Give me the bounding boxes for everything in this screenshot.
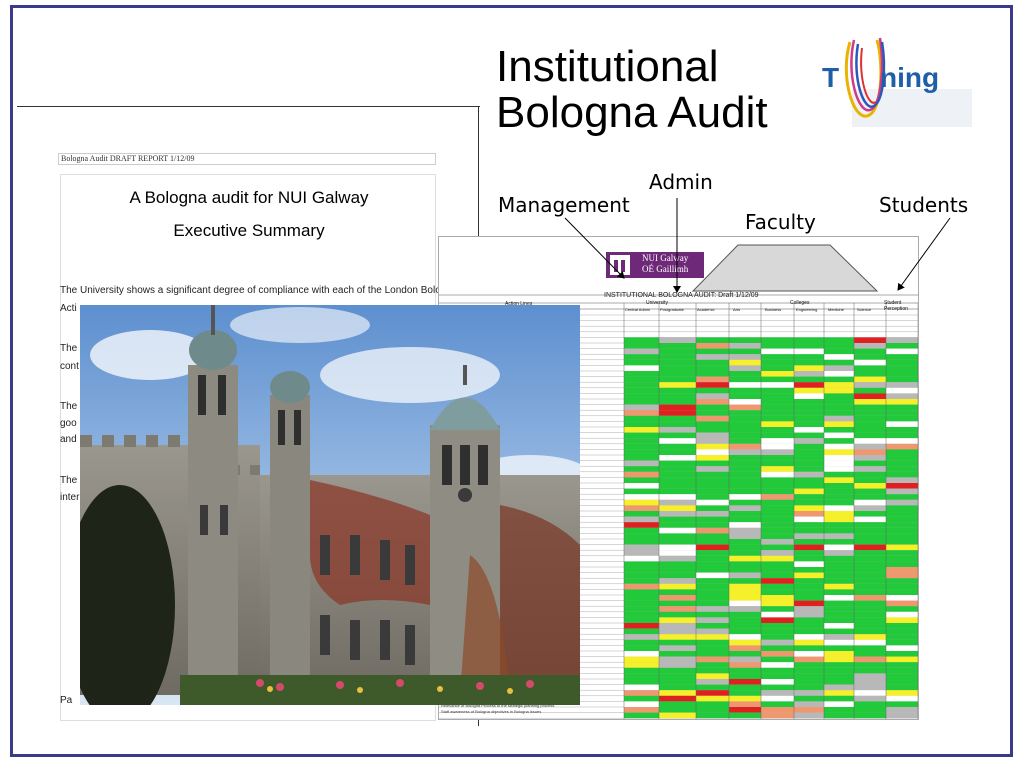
annotation-arrows (564, 198, 951, 293)
arrow-students (897, 217, 951, 291)
arrow-management (564, 217, 625, 279)
